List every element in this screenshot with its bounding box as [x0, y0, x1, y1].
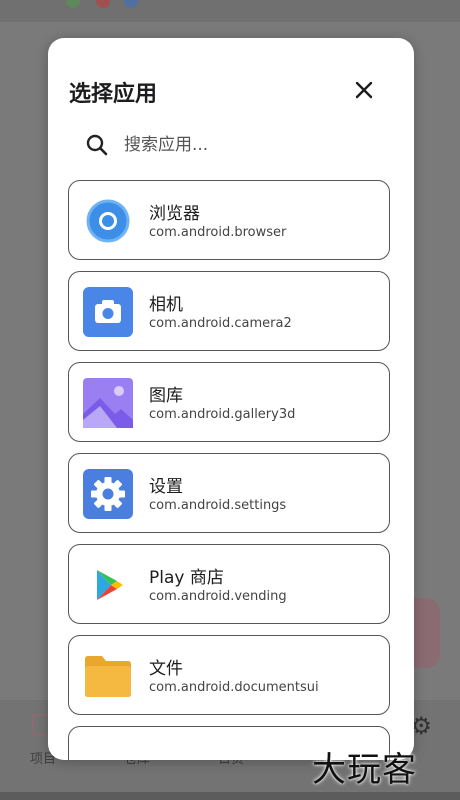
settings-icon	[83, 469, 133, 519]
app-item-gallery[interactable]: 图库 com.android.gallery3d	[68, 362, 390, 442]
app-item-play-store[interactable]: Play 商店 com.android.vending	[68, 544, 390, 624]
close-button[interactable]	[346, 72, 382, 108]
app-item-files[interactable]: 文件 com.android.documentsui	[68, 635, 390, 715]
app-name: 设置	[149, 477, 183, 497]
app-name: Play 商店	[149, 568, 224, 588]
app-name: 浏览器	[149, 204, 200, 224]
app-package: com.android.vending	[149, 589, 287, 604]
select-app-dialog: 选择应用 浏览器 com.androi	[48, 38, 414, 760]
app-package: com.android.browser	[149, 225, 287, 240]
search-icon	[84, 132, 110, 158]
app-list: 浏览器 com.android.browser 相机 com.android.c…	[68, 180, 394, 760]
background-bottom-strip	[0, 792, 460, 800]
search-bar	[84, 130, 384, 160]
dialog-title: 选择应用	[69, 82, 158, 107]
close-icon	[355, 81, 373, 99]
app-item-settings[interactable]: 设置 com.android.settings	[68, 453, 390, 533]
app-item-camera[interactable]: 相机 com.android.camera2	[68, 271, 390, 351]
bg-dot	[96, 0, 110, 8]
search-input[interactable]	[122, 134, 366, 156]
app-name: 图库	[149, 386, 183, 406]
play-store-icon	[83, 560, 133, 610]
watermark-logo: 大玩客	[312, 750, 417, 790]
bg-dot	[124, 0, 138, 8]
browser-icon	[83, 196, 133, 246]
app-name: 相机	[149, 295, 183, 315]
gallery-icon	[83, 378, 133, 428]
app-item-browser[interactable]: 浏览器 com.android.browser	[68, 180, 390, 260]
files-icon	[83, 651, 133, 701]
bg-dot	[66, 0, 80, 8]
app-name: 文件	[149, 659, 183, 679]
app-package: com.android.settings	[149, 498, 287, 513]
camera-icon	[83, 287, 133, 337]
app-package: com.android.documentsui	[149, 680, 319, 695]
background-status-area	[0, 0, 460, 22]
app-package: com.android.gallery3d	[149, 407, 296, 422]
app-package: com.android.camera2	[149, 316, 292, 331]
